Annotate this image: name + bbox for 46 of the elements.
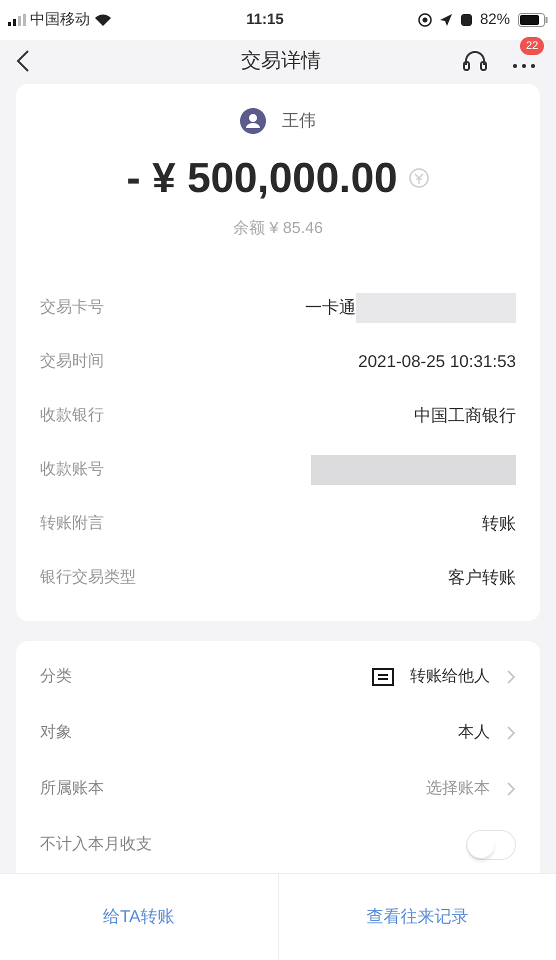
page-title: 交易详情 (241, 49, 321, 74)
chevron-right-icon (506, 669, 516, 685)
battery-icon (518, 13, 548, 27)
setting-label: 所属账本 (40, 778, 104, 799)
payee-name: 王伟 (282, 110, 316, 132)
amount: - ¥ 500,000.00 (126, 153, 398, 203)
back-icon[interactable] (16, 49, 30, 73)
action-button[interactable]: 查看往来记录 (366, 904, 468, 930)
detail-value: 一卡通 (305, 297, 356, 320)
wifi-icon (94, 13, 112, 27)
signal-icon (8, 14, 26, 26)
detail-value: 中国工商银行 (414, 405, 516, 428)
battery-percent: 82% (480, 10, 510, 30)
setting-label: 对象 (40, 722, 72, 743)
detail-value: 转账 (482, 513, 516, 536)
detail-label: 转账附言 (40, 514, 104, 534)
location-icon (440, 14, 453, 26)
setting-link[interactable]: 选择账本 (426, 777, 516, 801)
avatar-icon (240, 108, 266, 134)
alarm-icon (460, 14, 472, 26)
action-button[interactable]: 给TA转账 (103, 904, 174, 930)
chevron-right-icon (506, 781, 516, 797)
setting-value: 选择账本 (426, 778, 490, 799)
chevron-right-icon (506, 725, 516, 741)
notification-badge: 22 (520, 37, 544, 55)
detail-value: 2021-08-25 10:31:53 (358, 351, 516, 374)
lock-rotation-icon (418, 13, 432, 27)
clock-time: 11:15 (246, 10, 284, 30)
yuan-icon (409, 168, 430, 188)
setting-value: 本人 (458, 722, 490, 743)
setting-link[interactable]: 本人 (458, 721, 516, 745)
carrier-name: 中国移动 (30, 10, 90, 30)
detail-label: 银行交易类型 (40, 568, 136, 588)
setting-link[interactable]: 转账给他人 (372, 665, 516, 689)
detail-label: 收款账号 (40, 460, 104, 480)
setting-value: 转账给他人 (410, 667, 490, 687)
setting-label: 不计入本月收支 (40, 834, 152, 855)
detail-value: 客户转账 (448, 567, 516, 590)
more-icon[interactable] (512, 63, 536, 69)
headset-icon[interactable] (462, 49, 488, 73)
setting-label: 分类 (40, 666, 72, 687)
detail-label: 收款银行 (40, 406, 104, 426)
detail-label: 交易时间 (40, 352, 104, 372)
balance: 余额 ¥ 85.46 (233, 218, 323, 239)
detail-label: 交易卡号 (40, 298, 104, 318)
toggle-switch[interactable] (466, 830, 516, 860)
